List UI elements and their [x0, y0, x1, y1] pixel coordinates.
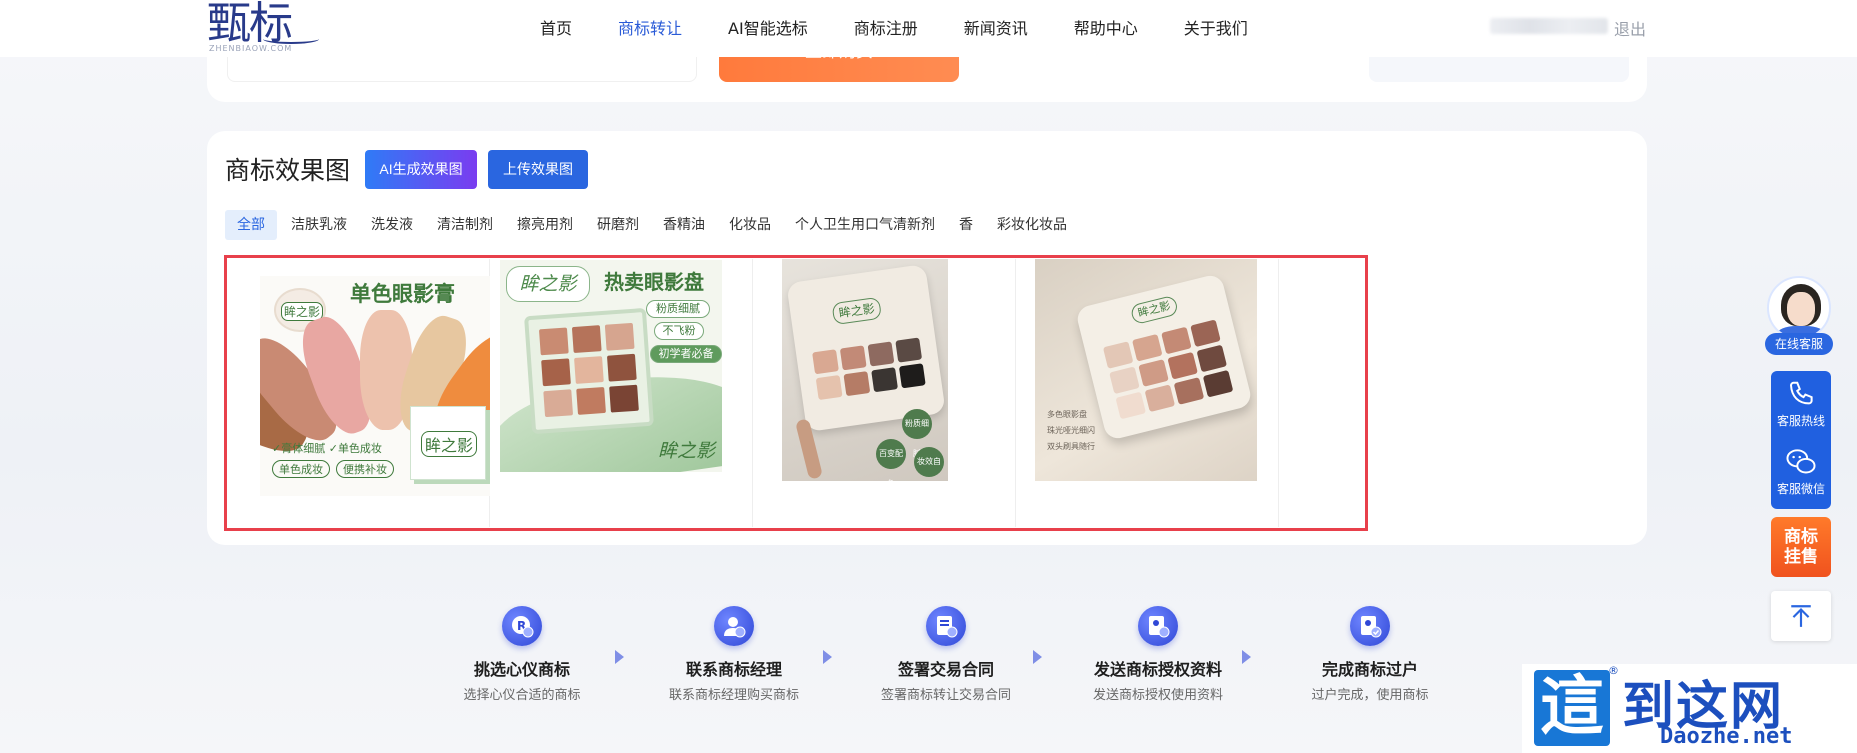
arrow-up-icon: [1791, 605, 1811, 627]
category-tabs: 全部 洁肤乳液 洗发液 清洁制剂 擦亮用剂 研磨剂 香精油 化妆品 个人卫生用口…: [225, 210, 1081, 240]
nav-ai-select[interactable]: AI智能选标: [728, 0, 808, 57]
step-desc: 选择心仪合适的商标: [463, 688, 581, 703]
back-to-top-button[interactable]: [1771, 591, 1831, 641]
step-desc: 签署商标转让交易合同: [880, 688, 1011, 703]
service-panel: 客服热线 客服微信: [1771, 371, 1831, 509]
trademark-pick-icon: R: [502, 606, 542, 646]
nav-news[interactable]: 新闻资讯: [964, 0, 1028, 57]
step-pick-trademark: R 挑选心仪商标 选择心仪合适的商标: [432, 606, 612, 703]
transfer-complete-icon: [1350, 606, 1390, 646]
nav-home[interactable]: 首页: [540, 0, 572, 57]
section-title: 商标效果图: [225, 156, 351, 185]
category-tab[interactable]: 香精油: [653, 210, 715, 240]
category-tab[interactable]: 擦亮用剂: [507, 210, 583, 240]
step-title: 完成商标过户: [1321, 660, 1418, 679]
step-send-auth: 发送商标授权资料 发送商标授权使用资料: [1068, 606, 1248, 703]
step-title: 发送商标授权资料: [1093, 660, 1222, 679]
contract-icon: [926, 606, 966, 646]
logo-subtext: ZHENBIAOW.COM: [209, 44, 293, 53]
site-header: 甄标 ZHENBIAOW.COM 首页 商标转让 AI智能选标 商标注册 新闻资…: [0, 0, 1857, 57]
logo-swoosh: [263, 34, 319, 44]
logout-link[interactable]: 退出: [1614, 16, 1646, 40]
category-tab[interactable]: 研磨剂: [587, 210, 649, 240]
category-tab-all[interactable]: 全部: [225, 210, 277, 240]
nav-about[interactable]: 关于我们: [1184, 0, 1248, 57]
category-tab[interactable]: 个人卫生用口气清新剂: [785, 210, 945, 240]
step-arrow-icon: [1033, 650, 1042, 664]
hotline-button[interactable]: 客服热线: [1771, 379, 1831, 429]
step-desc: 联系商标经理购买商标: [668, 688, 799, 703]
step-title: 联系商标经理: [685, 660, 782, 679]
send-auth-icon: [1138, 606, 1178, 646]
trademark-effects-card: 商标效果图 AI生成效果图 上传效果图 全部 洁肤乳液 洗发液 清洁制剂 擦亮用…: [207, 131, 1647, 545]
category-tab[interactable]: 香: [949, 210, 983, 240]
sell-label-2: 挂售: [1784, 547, 1818, 567]
step-title: 挑选心仪商标: [473, 660, 570, 679]
step-arrow-icon: [823, 650, 832, 664]
ai-generate-button[interactable]: AI生成效果图: [365, 150, 477, 189]
step-arrow-icon: [615, 650, 624, 664]
watermark-domain: Daozhe.net: [1660, 724, 1793, 749]
upload-effect-button[interactable]: 上传效果图: [488, 150, 588, 189]
highlight-box: [224, 255, 1368, 531]
online-service-label: 在线客服: [1765, 333, 1833, 355]
contact-manager-icon: [714, 606, 754, 646]
user-name-blurred[interactable]: [1490, 18, 1608, 34]
purchase-process: R 挑选心仪商标 选择心仪合适的商标 联系商标经理 联系商标经理购买商标 签署交…: [432, 606, 1432, 706]
sell-label-1: 商标: [1784, 527, 1818, 547]
wechat-button[interactable]: 客服微信: [1771, 447, 1831, 497]
hotline-label: 客服热线: [1776, 414, 1825, 428]
trademark-sell-button[interactable]: 商标 挂售: [1771, 517, 1831, 577]
category-tab[interactable]: 洗发液: [361, 210, 423, 240]
category-tab[interactable]: 清洁制剂: [427, 210, 503, 240]
category-tab[interactable]: 化妆品: [719, 210, 781, 240]
category-tab[interactable]: 洁肤乳液: [281, 210, 357, 240]
main-nav: 首页 商标转让 AI智能选标 商标注册 新闻资讯 帮助中心 关于我们: [540, 0, 1294, 57]
step-desc: 过户完成，使用商标: [1311, 688, 1429, 703]
site-logo[interactable]: 甄标 ZHENBIAOW.COM: [207, 0, 319, 56]
step-contact-manager: 联系商标经理 联系商标经理购买商标: [644, 606, 824, 703]
watermark-mark: 這: [1534, 670, 1610, 746]
phone-icon: [1789, 381, 1813, 405]
registered-mark: ®: [1608, 664, 1619, 677]
step-arrow-icon: [1242, 650, 1251, 664]
nav-trademark-register[interactable]: 商标注册: [854, 0, 918, 57]
step-complete-transfer: 完成商标过户 过户完成，使用商标: [1280, 606, 1460, 703]
wechat-icon: [1786, 449, 1816, 474]
step-desc: 发送商标授权使用资料: [1092, 688, 1223, 703]
step-title: 签署交易合同: [897, 660, 994, 679]
nav-help[interactable]: 帮助中心: [1074, 0, 1138, 57]
agent-avatar: [1767, 276, 1831, 340]
nav-trademark-transfer[interactable]: 商标转让: [618, 0, 682, 57]
wechat-label: 客服微信: [1776, 482, 1825, 496]
category-tab[interactable]: 彩妆化妆品: [987, 210, 1077, 240]
site-watermark: 這 ® 到这网 Daozhe.net: [1522, 664, 1857, 753]
step-sign-contract: 签署交易合同 签署商标转让交易合同: [856, 606, 1036, 703]
online-service-widget[interactable]: 在线客服: [1765, 276, 1833, 356]
